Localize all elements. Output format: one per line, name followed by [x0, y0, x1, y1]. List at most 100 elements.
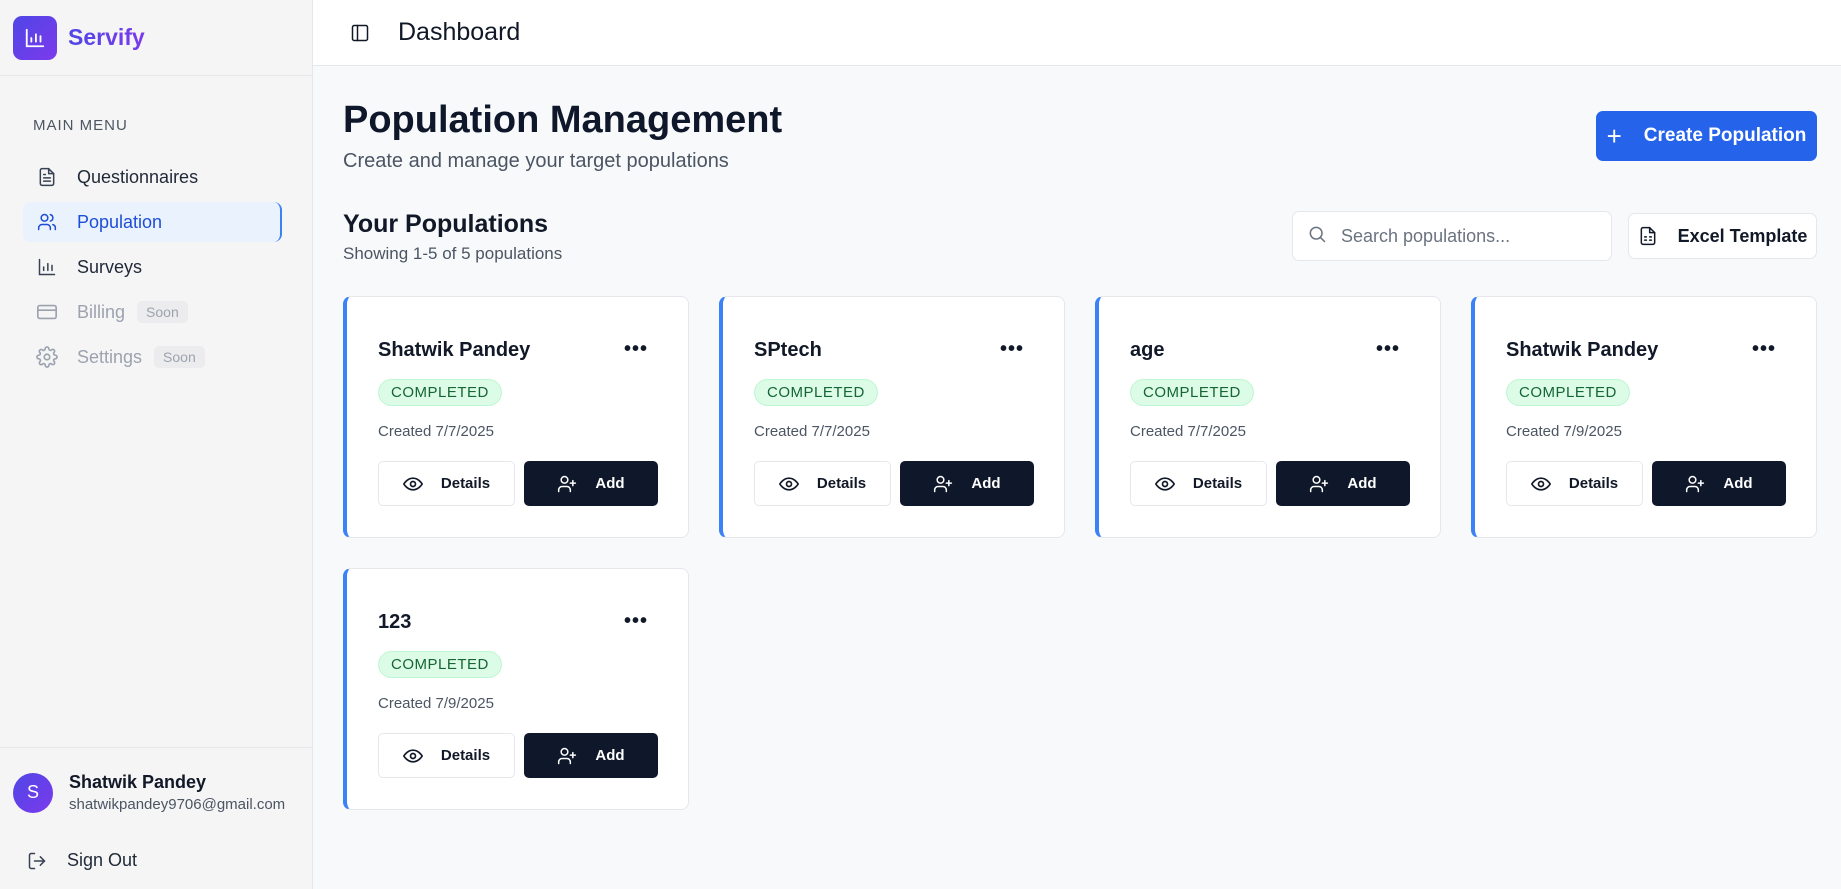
- sign-out-button[interactable]: Sign Out: [27, 850, 137, 871]
- created-date: Created 7/7/2025: [1130, 423, 1246, 440]
- add-button[interactable]: Add: [524, 461, 658, 506]
- add-label: Add: [595, 475, 625, 492]
- created-date: Created 7/7/2025: [378, 423, 494, 440]
- eye-icon: [1530, 474, 1551, 494]
- eye-icon: [778, 474, 799, 494]
- more-options-icon[interactable]: •••: [1376, 338, 1400, 360]
- add-label: Add: [1723, 475, 1753, 492]
- sidebar-item-population[interactable]: Population: [23, 202, 282, 242]
- sidebar: Servify MAIN MENU Questionnaires Populat…: [0, 0, 313, 889]
- excel-template-button[interactable]: Excel Template: [1628, 213, 1817, 259]
- more-options-icon[interactable]: •••: [624, 338, 648, 360]
- details-label: Details: [816, 475, 867, 492]
- created-date: Created 7/9/2025: [378, 695, 494, 712]
- user-plus-icon: [557, 746, 577, 766]
- created-date: Created 7/9/2025: [1506, 423, 1622, 440]
- add-button[interactable]: Add: [1276, 461, 1410, 506]
- soon-badge: Soon: [137, 301, 188, 323]
- brand-name: Servify: [68, 24, 145, 50]
- status-badge: COMPLETED: [378, 379, 502, 406]
- add-button[interactable]: Add: [1652, 461, 1786, 506]
- sidebar-item-label: Questionnaires: [77, 166, 199, 187]
- log-out-icon: [27, 851, 47, 871]
- brand[interactable]: Servify: [0, 0, 312, 76]
- plus-icon: +: [1606, 121, 1622, 151]
- add-label: Add: [1347, 475, 1377, 492]
- page-title: Population Management: [343, 99, 783, 141]
- create-population-button[interactable]: + Create Population: [1596, 111, 1817, 161]
- sidebar-item-label: Population: [77, 211, 163, 232]
- soon-badge: Soon: [154, 346, 205, 368]
- search-input[interactable]: [1341, 225, 1591, 247]
- details-label: Details: [440, 747, 491, 764]
- eye-icon: [1154, 474, 1175, 494]
- status-badge: COMPLETED: [378, 651, 502, 678]
- eye-icon: [402, 746, 423, 766]
- section-title: Your Populations: [343, 210, 549, 238]
- sidebar-item-settings: Settings Soon: [23, 337, 282, 377]
- details-button[interactable]: Details: [1506, 461, 1643, 506]
- sidebar-toggle-icon[interactable]: [350, 23, 370, 43]
- status-badge: COMPLETED: [754, 379, 878, 406]
- sidebar-item-label: Surveys: [77, 256, 143, 277]
- population-card: Shatwik Pandey ••• COMPLETED Created 7/7…: [343, 296, 689, 538]
- avatar: S: [13, 772, 53, 813]
- gear-icon: [36, 346, 58, 368]
- excel-template-label: Excel Template: [1677, 225, 1808, 246]
- main-nav: Questionnaires Population Surveys Billin…: [23, 157, 282, 382]
- menu-heading: MAIN MENU: [33, 117, 128, 134]
- user-info: Shatwik Pandey shatwikpandey9706@gmail.c…: [69, 772, 285, 813]
- add-button[interactable]: Add: [900, 461, 1034, 506]
- add-label: Add: [971, 475, 1001, 492]
- results-summary: Showing 1-5 of 5 populations: [343, 244, 563, 263]
- population-name: age: [1130, 339, 1165, 361]
- bar-chart-icon: [13, 15, 57, 60]
- user-plus-icon: [933, 474, 953, 494]
- search-icon: [1307, 224, 1327, 249]
- population-name: Shatwik Pandey: [1506, 339, 1659, 361]
- credit-card-icon: [36, 301, 58, 323]
- more-options-icon[interactable]: •••: [1000, 338, 1024, 360]
- details-label: Details: [440, 475, 491, 492]
- sidebar-item-billing: Billing Soon: [23, 292, 282, 332]
- user-profile[interactable]: S Shatwik Pandey shatwikpandey9706@gmail…: [0, 747, 312, 813]
- details-label: Details: [1568, 475, 1619, 492]
- sidebar-item-label: Billing: [77, 301, 126, 322]
- population-name: SPtech: [754, 339, 822, 361]
- user-plus-icon: [1309, 474, 1329, 494]
- add-label: Add: [595, 747, 625, 764]
- sign-out-label: Sign Out: [67, 850, 138, 870]
- sidebar-item-questionnaires[interactable]: Questionnaires: [23, 157, 282, 197]
- user-plus-icon: [557, 474, 577, 494]
- search-box: [1292, 211, 1612, 261]
- page-breadcrumb: Dashboard: [398, 18, 521, 46]
- page-subtitle: Create and manage your target population…: [343, 150, 729, 172]
- sidebar-item-surveys[interactable]: Surveys: [23, 247, 282, 287]
- population-name: Shatwik Pandey: [378, 339, 531, 361]
- details-button[interactable]: Details: [754, 461, 891, 506]
- population-card: Shatwik Pandey ••• COMPLETED Created 7/9…: [1471, 296, 1817, 538]
- population-card: 123 ••• COMPLETED Created 7/9/2025 Detai…: [343, 568, 689, 810]
- file-text-icon: [36, 166, 58, 188]
- top-bar: Dashboard: [313, 0, 1841, 66]
- status-badge: COMPLETED: [1130, 379, 1254, 406]
- bar-chart-icon: [36, 256, 58, 278]
- details-button[interactable]: Details: [1130, 461, 1267, 506]
- eye-icon: [402, 474, 423, 494]
- details-button[interactable]: Details: [378, 733, 515, 778]
- population-card: SPtech ••• COMPLETED Created 7/7/2025 De…: [719, 296, 1065, 538]
- more-options-icon[interactable]: •••: [624, 610, 648, 632]
- created-date: Created 7/7/2025: [754, 423, 870, 440]
- add-button[interactable]: Add: [524, 733, 658, 778]
- population-card: age ••• COMPLETED Created 7/7/2025 Detai…: [1095, 296, 1441, 538]
- users-icon: [36, 211, 58, 233]
- more-options-icon[interactable]: •••: [1752, 338, 1776, 360]
- create-population-label: Create Population: [1643, 125, 1807, 146]
- user-plus-icon: [1685, 474, 1705, 494]
- user-name: Shatwik Pandey: [69, 772, 207, 792]
- sidebar-item-label: Settings: [77, 346, 143, 367]
- user-email: shatwikpandey9706@gmail.com: [69, 796, 286, 813]
- details-button[interactable]: Details: [378, 461, 515, 506]
- details-label: Details: [1192, 475, 1243, 492]
- population-name: 123: [378, 611, 412, 633]
